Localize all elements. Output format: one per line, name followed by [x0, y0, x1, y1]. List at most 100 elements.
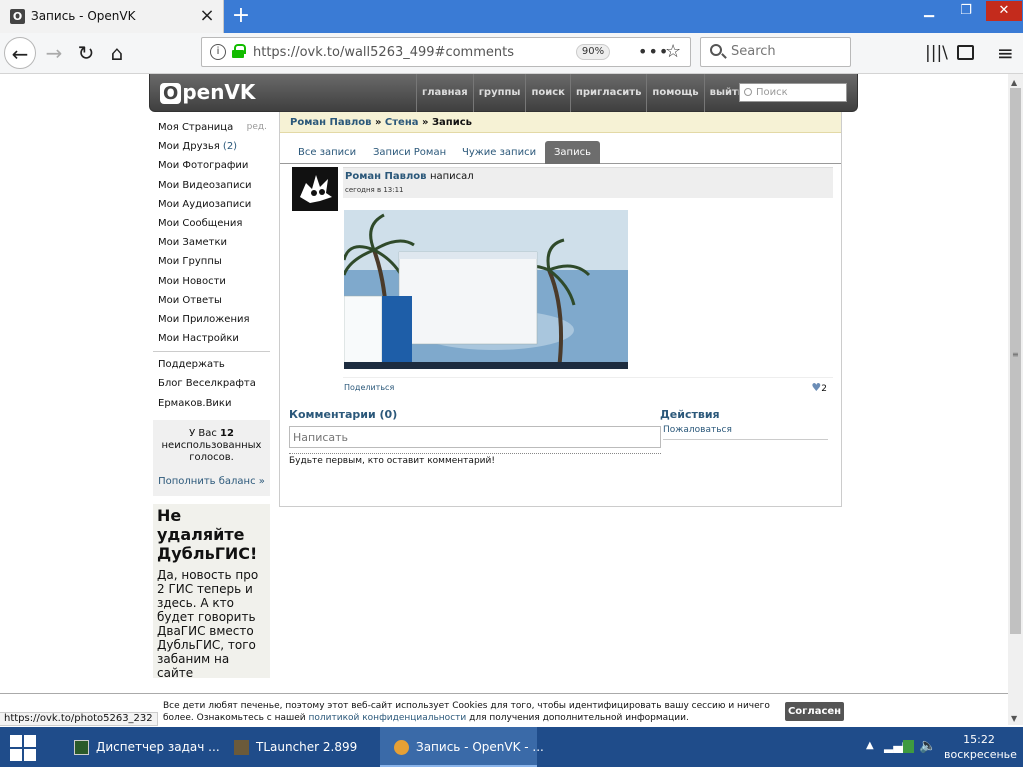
sidebar-item-videos[interactable]: Мои Видеозаписи	[153, 176, 270, 195]
openvk-header: OpenVK главная группы поиск пригласить п…	[149, 74, 858, 112]
menu-help[interactable]: помощь	[646, 74, 703, 112]
sidebar-item-replies[interactable]: Мои Ответы	[153, 291, 270, 310]
sidebar-item-audio[interactable]: Мои Аудиозаписи	[153, 195, 270, 214]
status-url: https://ovk.to/photo5263_232	[0, 712, 158, 726]
url-text[interactable]: https://ovk.to/wall5263_499#comments	[253, 45, 514, 60]
comments-divider	[289, 453, 661, 454]
report-link[interactable]: Пожаловаться	[663, 425, 828, 440]
comment-input[interactable]	[289, 426, 661, 448]
sidebar-item-apps[interactable]: Мои Приложения	[153, 310, 270, 329]
volume-icon[interactable]: 🔈	[919, 738, 936, 767]
system-clock[interactable]: 15:22 воскресенье	[944, 732, 1017, 762]
home-button[interactable]: ⌂	[101, 37, 133, 69]
start-button[interactable]	[0, 727, 50, 767]
tray-chevron-icon[interactable]: ▲	[866, 740, 874, 767]
cookie-accept-button[interactable]: Согласен	[785, 702, 844, 721]
privacy-policy-link[interactable]: политикой конфиденциальности	[309, 713, 467, 723]
post-footer: Поделиться ♥2	[343, 377, 833, 395]
app-tray-icon[interactable]	[903, 740, 914, 753]
hamburger-menu-icon[interactable]: ≡	[997, 43, 1014, 63]
close-tab-icon[interactable]: ×	[198, 6, 216, 26]
sidebar-item-photos[interactable]: Мои Фотографии	[153, 156, 270, 175]
scroll-thumb[interactable]	[1010, 88, 1021, 634]
new-tab-button[interactable]: +	[228, 3, 254, 29]
share-link[interactable]: Поделиться	[344, 383, 394, 392]
scroll-grip-icon: ≡	[1012, 350, 1019, 359]
votes-count: 12	[220, 428, 234, 439]
comments-heading: Комментарии (0)	[289, 408, 398, 421]
menu-search[interactable]: поиск	[525, 74, 570, 112]
cookie-text: Все дети любят печенье, поэтому этот веб…	[163, 701, 770, 723]
taskbar-browser[interactable]: Запись - OpenVK - ...	[380, 727, 544, 767]
browser-tab-active[interactable]: O Запись - OpenVK ×	[0, 0, 224, 33]
sidebar-ad[interactable]: Не удаляйте ДубльГИС! Да, новость про 2 …	[153, 504, 270, 678]
menu-home[interactable]: главная	[416, 74, 473, 112]
title-bar: O Запись - OpenVK × + ▁ ❐ ✕	[0, 0, 1023, 33]
sidebar-item-settings[interactable]: Мои Настройки	[153, 329, 270, 348]
clock-time: 15:22	[963, 733, 995, 746]
sidebar-item-groups[interactable]: Мои Группы	[153, 252, 270, 271]
bookmark-star-icon[interactable]: ☆	[665, 41, 681, 62]
breadcrumb-wall[interactable]: Стена	[385, 117, 419, 128]
scroll-down-icon[interactable]: ▼	[1011, 714, 1017, 723]
wall-tabs: Все записи Записи Роман Чужие записи Зап…	[280, 141, 841, 164]
sidebar-item-messages[interactable]: Мои Сообщения	[153, 214, 270, 233]
web-page: OpenVK главная группы поиск пригласить п…	[0, 74, 1008, 725]
breadcrumb-author[interactable]: Роман Павлов	[290, 117, 371, 128]
browser-search-input[interactable]	[731, 44, 841, 59]
tlauncher-icon	[234, 740, 249, 755]
post-author-link[interactable]: Роман Павлов	[345, 171, 426, 182]
sidebar-item-notes[interactable]: Мои Заметки	[153, 233, 270, 252]
edit-link[interactable]: ред.	[247, 118, 267, 137]
scroll-up-icon[interactable]: ▲	[1011, 78, 1017, 87]
sidebar-item-news[interactable]: Мои Новости	[153, 272, 270, 291]
post-time[interactable]: сегодня в 13:11	[345, 186, 404, 194]
no-comments-text: Будьте первым, кто оставит комментарий!	[289, 456, 495, 466]
left-sidebar: Моя Страница ред. Мои Друзья (2) Мои Фото…	[153, 118, 270, 413]
forward-button[interactable]: →	[38, 37, 70, 69]
minimize-button[interactable]: ▁	[913, 1, 945, 21]
site-search-input[interactable]: Поиск	[739, 83, 847, 102]
sidebar-item-wiki[interactable]: Ермаков.Вики	[153, 394, 270, 413]
sidebar-item-blog[interactable]: Блог Веселкрафта	[153, 374, 270, 393]
reload-button[interactable]: ↻	[70, 37, 102, 69]
navigation-toolbar: ← → ↻ ⌂ i https://ovk.to/wall5263_499#co…	[0, 33, 1023, 74]
restore-button[interactable]: ❐	[950, 1, 982, 21]
replenish-balance-link[interactable]: Пополнить баланс »	[153, 476, 270, 488]
tab-title: Запись - OpenVK	[31, 9, 136, 23]
like-count: 2	[821, 384, 827, 394]
author-avatar[interactable]	[292, 167, 338, 211]
zoom-level-badge[interactable]: 90%	[576, 44, 610, 60]
menu-invite[interactable]: пригласить	[569, 74, 646, 112]
sidebar-item-friends[interactable]: Мои Друзья (2)	[153, 137, 270, 156]
address-bar[interactable]: i https://ovk.to/wall5263_499#comments 9…	[201, 37, 691, 67]
site-info-icon[interactable]: i	[210, 44, 226, 60]
tab-all-posts[interactable]: Все записи	[289, 141, 365, 164]
browser-window: O Запись - OpenVK × + ▁ ❐ ✕ ← → ↻ ⌂ i ht…	[0, 0, 1023, 767]
sidebar-item-support[interactable]: Поддержать	[153, 355, 270, 374]
ad-text: Да, новость про 2 ГИС теперь и здесь. А …	[157, 568, 259, 678]
taskbar-task-manager[interactable]: Диспетчер задач ...	[60, 727, 220, 767]
sidebar-toggle-icon[interactable]	[957, 45, 974, 60]
like-button[interactable]: ♥2	[811, 381, 827, 394]
breadcrumb-current: Запись	[431, 117, 472, 128]
post-attachment-image[interactable]	[344, 210, 628, 369]
back-button[interactable]: ←	[4, 37, 36, 69]
tab-owner-posts[interactable]: Записи Роман	[364, 141, 455, 164]
clock-day: воскресенье	[944, 748, 1017, 761]
sidebar-item-my-page[interactable]: Моя Страница ред.	[153, 118, 270, 137]
openvk-favicon-icon: O	[10, 9, 25, 24]
actions-heading: Действия	[660, 408, 720, 421]
menu-groups[interactable]: группы	[472, 74, 526, 112]
heart-icon: ♥	[811, 381, 822, 394]
vertical-scrollbar[interactable]: ▲ ≡ ▼	[1008, 74, 1023, 725]
tab-post[interactable]: Запись	[545, 141, 600, 164]
openvk-logo[interactable]: OpenVK	[160, 80, 255, 104]
close-window-button[interactable]: ✕	[986, 1, 1022, 21]
browser-search-box[interactable]	[700, 37, 851, 67]
library-icon[interactable]: |||\	[925, 43, 948, 63]
taskbar-tlauncher[interactable]: TLauncher 2.899	[220, 727, 370, 767]
windows-logo-icon	[10, 735, 22, 747]
tab-others-posts[interactable]: Чужие записи	[453, 141, 545, 164]
votes-label: неиспользованных голосов.	[161, 440, 262, 463]
